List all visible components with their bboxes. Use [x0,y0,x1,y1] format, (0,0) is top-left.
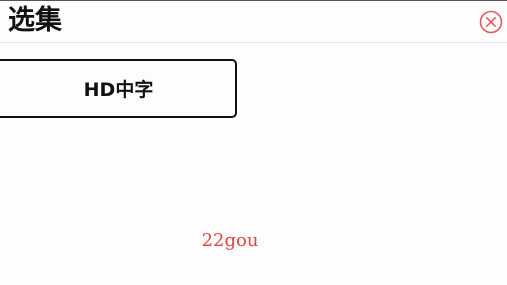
page-title: 选集 [8,5,62,36]
watermark-text: 22gou [201,230,259,251]
episode-panel-header: 选集 [0,1,507,43]
episode-button-label: HD中字 [83,79,154,101]
episode-button-hd[interactable]: HD中字 [0,59,237,118]
close-button[interactable] [479,10,503,34]
close-circle-icon [479,10,503,34]
